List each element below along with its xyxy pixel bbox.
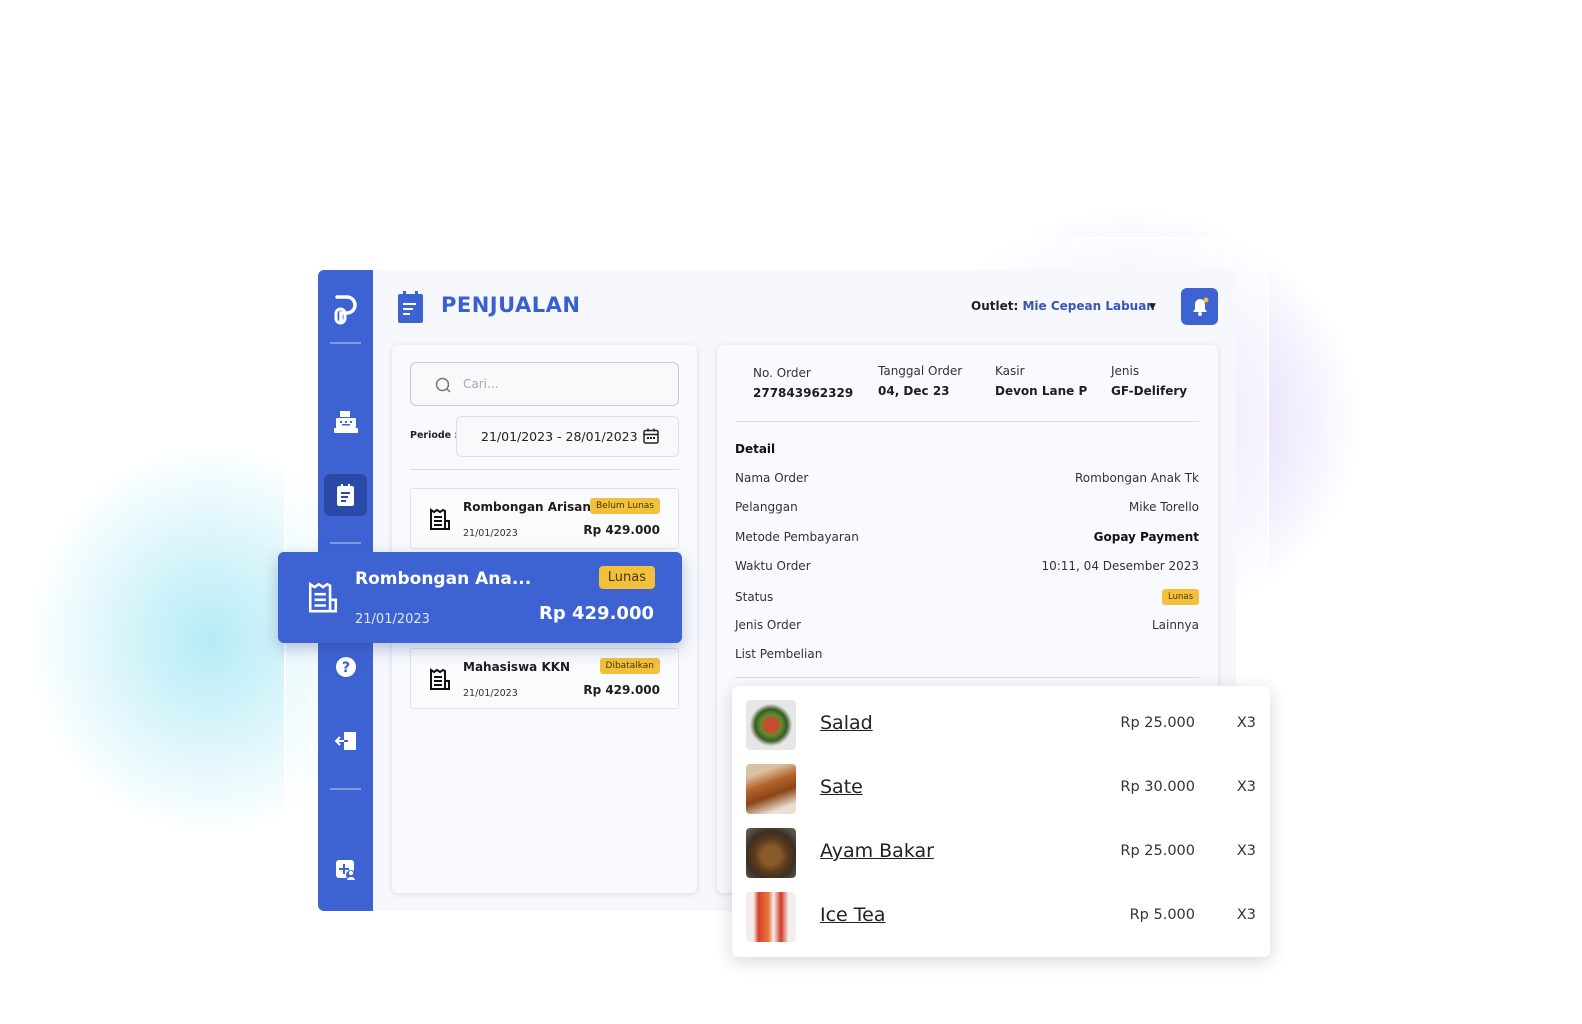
order-amount: Rp 429.000 (539, 603, 654, 624)
sidebar-divider (330, 542, 361, 544)
status-badge: Lunas (598, 566, 655, 589)
calendar-icon[interactable] (643, 428, 659, 444)
order-name: Rombongan Arisan (463, 500, 591, 514)
detail-row: Waktu Order 10:11, 04 Desember 2023 (735, 559, 1199, 573)
outlet-label: Outlet: (971, 299, 1019, 313)
list-heading: List Pembelian (735, 647, 823, 661)
period-date-picker[interactable]: 21/01/2023 - 28/01/2023 (456, 416, 679, 457)
order-date: 21/01/2023 (463, 528, 518, 539)
purchase-item[interactable]: Salad Rp 25.000 X3 (746, 700, 1256, 750)
detail-row: Metode Pembayaran Gopay Payment (735, 530, 1199, 544)
search-placeholder: Cari... (463, 377, 499, 391)
purchase-item[interactable]: Sate Rp 30.000 X3 (746, 764, 1256, 814)
chevron-down-icon[interactable]: ▼ (1149, 302, 1156, 312)
logout-icon[interactable] (318, 730, 373, 752)
sidebar-item-penjualan[interactable] (324, 474, 367, 516)
period-value: 21/01/2023 - 28/01/2023 (481, 429, 638, 444)
cash-register-icon[interactable] (318, 408, 373, 436)
detail-row: Jenis Order Lainnya (735, 618, 1199, 632)
svg-text:?: ? (341, 660, 349, 676)
notification-button[interactable] (1181, 288, 1218, 325)
order-number: No. Order 277843962329 (753, 366, 854, 400)
receipt-icon (308, 581, 338, 613)
outlet-selector[interactable]: Outlet: Mie Cepean Labuan (971, 299, 1155, 313)
purchase-item[interactable]: Ayam Bakar Rp 25.000 X3 (746, 828, 1256, 878)
status-badge: Belum Lunas (589, 498, 660, 514)
period-label: Periode : (410, 430, 459, 441)
divider (735, 421, 1199, 422)
purchase-item[interactable]: Ice Tea Rp 5.000 X3 (746, 892, 1256, 942)
ice-tea-image (746, 892, 796, 942)
order-amount: Rp 429.000 (583, 683, 660, 697)
outlet-value: Mie Cepean Labuan (1022, 299, 1155, 313)
bell-icon (1192, 297, 1208, 316)
order-item[interactable]: Mahasiswa KKN 21/01/2023 Dibatalkan Rp 4… (410, 648, 679, 709)
order-amount: Rp 429.000 (583, 523, 660, 537)
order-date: 21/01/2023 (355, 612, 430, 627)
divider (410, 469, 679, 470)
receipt-icon (430, 508, 450, 530)
detail-row: Status Lunas (735, 587, 1199, 606)
search-icon (435, 377, 451, 393)
receipt-icon (430, 668, 450, 690)
status-badge: Dibatalkan (599, 658, 660, 674)
sidebar-divider (330, 788, 361, 790)
salad-image (746, 700, 796, 750)
sales-report-icon (398, 291, 423, 327)
order-item[interactable]: Rombongan Arisan 21/01/2023 Belum Lunas … (410, 488, 679, 549)
detail-row: Pelanggan Mike Torello (735, 500, 1199, 514)
type-field: Jenis GF-Delifery (1111, 364, 1188, 398)
ayam-bakar-image (746, 828, 796, 878)
purchase-list: Salad Rp 25.000 X3 Sate Rp 30.000 X3 Ayam Ba… (732, 686, 1270, 957)
status-badge: Lunas (1162, 588, 1199, 605)
divider (735, 677, 1199, 678)
help-icon[interactable]: ? (318, 655, 373, 679)
sidebar-divider (330, 342, 361, 344)
cashier-field: Kasir Devon Lane P (995, 364, 1088, 398)
detail-heading: Detail (735, 442, 776, 456)
order-item-selected[interactable]: Rombongan Ana... 21/01/2023 Lunas Rp 429… (278, 552, 682, 643)
page-title: PENJUALAN (441, 293, 581, 317)
order-name: Rombongan Ana... (355, 569, 532, 589)
logo-icon[interactable] (318, 292, 373, 326)
user-settings-icon[interactable] (318, 858, 373, 882)
order-name: Mahasiswa KKN (463, 660, 571, 674)
detail-row: Nama Order Rombongan Anak Tk (735, 471, 1199, 485)
order-date-field: Tanggal Order 04, Dec 23 (878, 364, 963, 398)
search-input[interactable]: Cari... (410, 362, 679, 406)
sate-image (746, 764, 796, 814)
order-date: 21/01/2023 (463, 688, 518, 699)
